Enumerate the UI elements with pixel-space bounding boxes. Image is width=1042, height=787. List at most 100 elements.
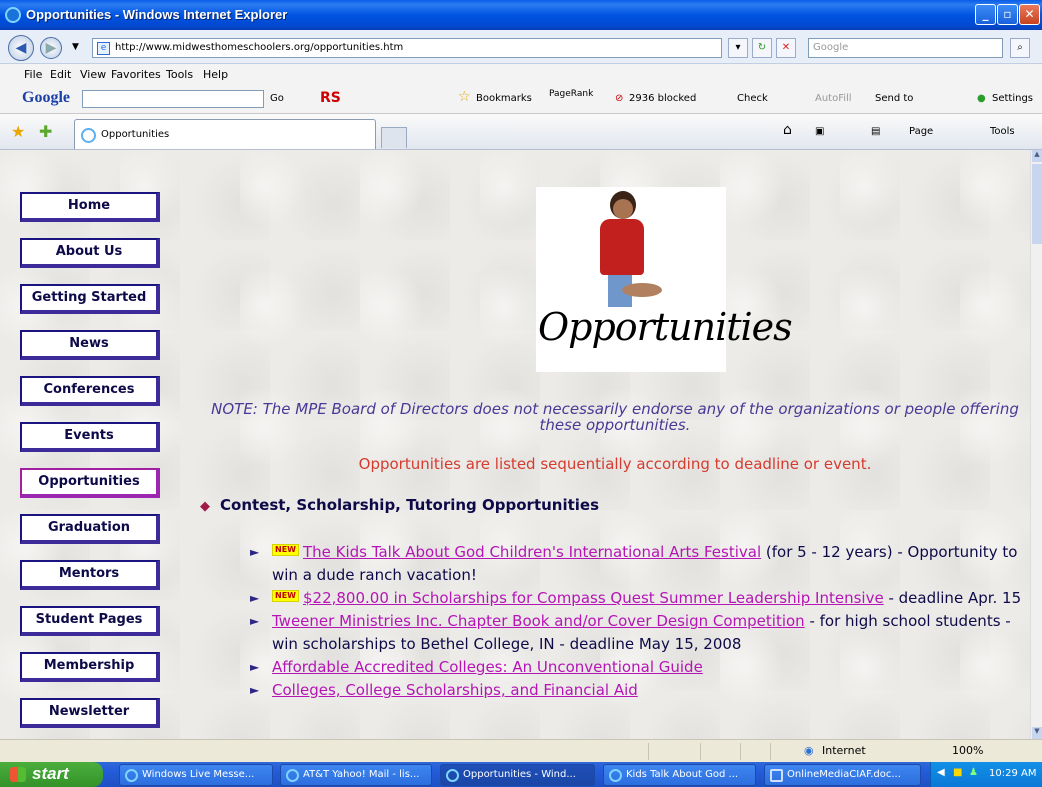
taskbar-item-label: AT&T Yahoo! Mail - lis... — [303, 769, 420, 780]
section-heading: ◆ Contest, Scholarship, Tutoring Opportun… — [200, 496, 599, 514]
google-go-button[interactable]: Go — [270, 93, 284, 104]
popup-blocked-count[interactable]: 2936 blocked — [629, 93, 696, 104]
ie-icon — [446, 769, 459, 782]
status-divider — [740, 743, 741, 760]
back-button[interactable]: ◀ — [8, 35, 34, 61]
windows-flag-icon — [10, 767, 26, 782]
opportunity-link[interactable]: Colleges, College Scholarships, and Fina… — [272, 681, 638, 699]
google-logo: Google — [22, 89, 70, 106]
taskbar-item[interactable]: AT&T Yahoo! Mail - lis... — [280, 764, 432, 786]
maximize-button[interactable]: ▫ — [997, 4, 1018, 25]
sidebar-item-mentors[interactable]: Mentors — [20, 560, 160, 590]
vertical-scrollbar[interactable]: ▲ ▼ — [1030, 150, 1042, 739]
diamond-bullet-icon: ◆ — [200, 499, 210, 514]
arrow-bullet-icon: ► — [250, 683, 260, 697]
opportunities-list: ► NEW The Kids Talk About God Children's … — [250, 541, 1025, 702]
taskbar-item[interactable]: OnlineMediaCIAF.doc... — [764, 764, 921, 786]
spellcheck-button[interactable]: Check — [737, 93, 768, 104]
ie-icon — [609, 769, 622, 782]
close-button[interactable]: ✕ — [1019, 4, 1040, 25]
hero-image: Opportunities — [536, 187, 793, 372]
opportunity-link[interactable]: Affordable Accredited Colleges: An Uncon… — [272, 658, 703, 676]
start-button[interactable]: start — [0, 762, 103, 787]
settings-button[interactable]: Settings — [992, 93, 1033, 104]
sidebar-item-home[interactable]: Home — [20, 192, 160, 222]
home-icon[interactable]: ⌂ — [783, 122, 792, 138]
google-search-input[interactable] — [82, 90, 264, 108]
opportunity-link[interactable]: The Kids Talk About God Children's Inter… — [303, 543, 761, 561]
sidebar-item-newsletter[interactable]: Newsletter — [20, 698, 160, 728]
sendto-button[interactable]: Send to — [875, 93, 913, 104]
word-doc-icon — [770, 769, 783, 782]
list-item: ► Affordable Accredited Colleges: An Unc… — [250, 656, 1025, 679]
opportunity-link[interactable]: $22,800.00 in Scholarships for Compass Q… — [303, 589, 884, 607]
taskbar-item[interactable]: Kids Talk About God ... — [603, 764, 756, 786]
menu-file[interactable]: File — [24, 68, 42, 81]
search-input[interactable]: Google — [808, 38, 1003, 58]
tray-messenger-icon[interactable]: ♟ — [969, 767, 978, 778]
scrollbar-thumb[interactable] — [1032, 164, 1042, 244]
sidebar-item-events[interactable]: Events — [20, 422, 160, 452]
security-zone: Internet — [822, 744, 866, 757]
arrow-bullet-icon: ► — [250, 591, 260, 605]
new-tab-button[interactable] — [381, 127, 407, 148]
sidebar-item-membership[interactable]: Membership — [20, 652, 160, 682]
rs-button[interactable]: RS — [320, 90, 341, 106]
feeds-icon[interactable]: ▣ — [815, 126, 824, 137]
status-divider — [648, 743, 649, 760]
zone-globe-icon: ◉ — [804, 744, 814, 757]
tools-menu-button[interactable]: Tools — [990, 126, 1015, 137]
bookmarks-button[interactable]: Bookmarks — [476, 93, 532, 104]
arrow-bullet-icon: ► — [250, 545, 260, 559]
sidebar-item-student-pages[interactable]: Student Pages — [20, 606, 160, 636]
section-title: Contest, Scholarship, Tutoring Opportuni… — [220, 496, 600, 514]
menu-view[interactable]: View — [80, 68, 106, 81]
autofill-button[interactable]: AutoFill — [815, 93, 852, 104]
page-content: Home About Us Getting Started News Confe… — [0, 150, 1030, 739]
sidebar-item-getting-started[interactable]: Getting Started — [20, 284, 160, 314]
taskbar-item-label: Windows Live Messe... — [142, 769, 255, 780]
list-item: ► Colleges, College Scholarships, and Fi… — [250, 679, 1025, 702]
taskbar-item-active[interactable]: Opportunities - Wind... — [440, 764, 595, 786]
sidebar-item-opportunities[interactable]: Opportunities — [20, 468, 160, 498]
sidebar-item-graduation[interactable]: Graduation — [20, 514, 160, 544]
address-bar[interactable]: e http://www.midwesthomeschoolers.org/op… — [92, 38, 722, 58]
scroll-down-icon[interactable]: ▼ — [1032, 727, 1042, 739]
refresh-icon[interactable]: ↻ — [752, 38, 772, 58]
disclaimer-note: NOTE: The MPE Board of Directors does no… — [211, 400, 1019, 434]
pagerank-label[interactable]: PageRank — [549, 89, 593, 99]
sequence-note: Opportunities are listed sequentially ac… — [358, 455, 872, 473]
history-dropdown-icon[interactable]: ▼ — [72, 42, 79, 52]
add-favorites-icon[interactable]: ✚ — [39, 122, 52, 141]
sidebar-item-about-us[interactable]: About Us — [20, 238, 160, 268]
menu-help[interactable]: Help — [203, 68, 228, 81]
minimize-button[interactable]: _ — [975, 4, 996, 25]
page-menu-button[interactable]: Page — [909, 126, 933, 137]
taskbar-item[interactable]: Windows Live Messe... — [119, 764, 273, 786]
boy-hand — [622, 283, 662, 297]
zoom-level[interactable]: 100% — [952, 744, 983, 757]
sidebar-item-conferences[interactable]: Conferences — [20, 376, 160, 406]
forward-button[interactable]: ▶ — [40, 37, 62, 59]
hero-caption: Opportunities — [538, 305, 793, 349]
tray-app-icon[interactable]: ■ — [953, 767, 962, 778]
scroll-up-icon[interactable]: ▲ — [1032, 150, 1042, 162]
sidebar-item-news[interactable]: News — [20, 330, 160, 360]
print-icon[interactable]: ▤ — [871, 126, 880, 137]
address-dropdown-icon[interactable]: ▾ — [728, 38, 748, 58]
clock: 10:29 AM — [989, 768, 1037, 779]
menu-favorites[interactable]: Favorites — [111, 68, 161, 81]
tray-expand-icon[interactable]: ◀ — [937, 767, 945, 778]
menu-edit[interactable]: Edit — [50, 68, 71, 81]
search-icon[interactable]: ⌕ — [1010, 38, 1030, 58]
status-divider — [770, 743, 771, 760]
favorites-center-icon[interactable]: ★ — [11, 122, 25, 141]
menu-tools[interactable]: Tools — [166, 68, 193, 81]
google-toolbar: Google Go RS ☆ Bookmarks PageRank ⊘ 2936… — [0, 84, 1042, 114]
address-url: http://www.midwesthomeschoolers.org/oppo… — [115, 42, 404, 53]
address-toolbar: ◀ ▶ ▼ e http://www.midwesthomeschoolers.… — [0, 30, 1042, 64]
stop-icon[interactable]: ✕ — [776, 38, 796, 58]
opportunity-link[interactable]: Tweener Ministries Inc. Chapter Book and… — [272, 612, 805, 630]
tab-opportunities[interactable]: Opportunities — [74, 119, 376, 149]
status-bar: ◉ Internet 100% — [0, 739, 1042, 762]
